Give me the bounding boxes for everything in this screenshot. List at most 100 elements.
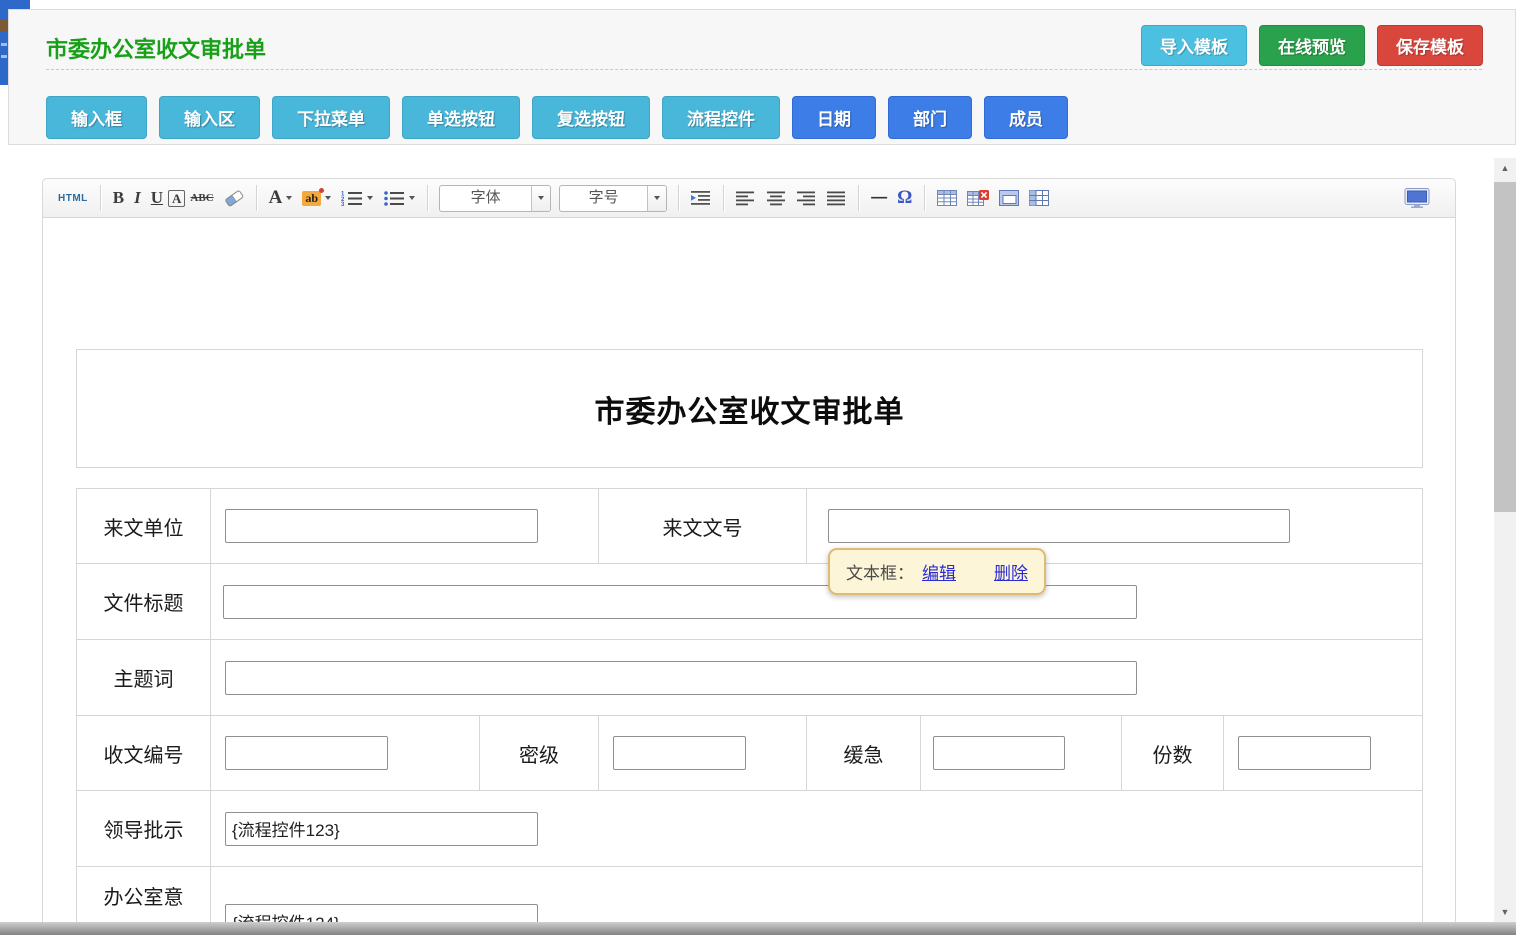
indent-icon	[691, 190, 711, 206]
align-center-button[interactable]	[761, 187, 791, 209]
font-color-button[interactable]: A	[264, 184, 298, 212]
date-button[interactable]: 日期	[792, 96, 876, 139]
html-source-button[interactable]: HTML	[53, 190, 93, 207]
huanji-input[interactable]	[933, 736, 1065, 770]
zhutici-input[interactable]	[225, 661, 1137, 695]
fullscreen-button[interactable]	[1399, 185, 1435, 211]
member-button[interactable]: 成员	[984, 96, 1068, 139]
field-label-lingdao-pishi: 领导批示	[77, 791, 211, 867]
field-label-huanji: 缓急	[807, 716, 921, 791]
toolbar-separator	[723, 185, 724, 211]
font-size-label: 字号	[560, 186, 647, 211]
highlight-color-button[interactable]: ab	[297, 188, 336, 209]
input-cell	[211, 564, 1423, 640]
checkbox-button[interactable]: 复选按钮	[532, 96, 650, 139]
toolbar-separator	[924, 185, 925, 211]
font-family-select[interactable]: 字体	[439, 185, 551, 212]
flow-control-button[interactable]: 流程控件	[662, 96, 780, 139]
table-row: 来文单位 来文文号	[77, 489, 1423, 564]
font-size-select[interactable]: 字号	[559, 185, 667, 212]
table-row: 领导批示	[77, 791, 1423, 867]
radio-button-button[interactable]: 单选按钮	[402, 96, 520, 139]
bold-button[interactable]: B	[108, 185, 129, 211]
align-left-icon	[736, 190, 756, 206]
import-template-button[interactable]: 导入模板	[1141, 25, 1247, 66]
special-character-button[interactable]: Ω	[892, 184, 917, 212]
laiwen-wenhao-input[interactable]	[828, 509, 1290, 543]
vertical-scrollbar[interactable]: ▲ ▼	[1494, 158, 1516, 922]
control-buttons-row: 输入框 输入区 下拉菜单 单选按钮 复选按钮 流程控件 日期 部门 成员	[46, 96, 1068, 139]
chevron-down-icon	[409, 196, 415, 200]
template-designer-page: 市委办公室收文审批单 导入模板 在线预览 保存模板 输入框 输入区 下拉菜单 单…	[0, 0, 1516, 935]
rich-text-editor: HTML B I U A ABC A ab	[42, 178, 1456, 922]
editor-toolbar: HTML B I U A ABC A ab	[42, 178, 1456, 218]
lingdao-pishi-input[interactable]	[225, 812, 538, 846]
chevron-down-icon[interactable]	[647, 186, 666, 211]
chevron-down-icon	[286, 196, 292, 200]
scroll-up-button[interactable]: ▲	[1494, 158, 1516, 178]
cell-properties-icon	[1029, 190, 1049, 206]
form-title-box: 市委办公室收文审批单	[76, 349, 1423, 468]
textarea-button[interactable]: 输入区	[159, 96, 260, 139]
italic-button[interactable]: I	[129, 185, 146, 211]
miji-input[interactable]	[613, 736, 746, 770]
input-cell	[211, 489, 599, 564]
table-properties-button[interactable]	[994, 187, 1024, 209]
input-cell	[211, 791, 1423, 867]
underline-button[interactable]: U	[146, 185, 168, 211]
field-label-laiwen-wenhao: 来文文号	[599, 489, 807, 564]
insert-table-icon	[937, 190, 957, 206]
input-cell	[211, 867, 1423, 922]
inline-style-button[interactable]: A	[168, 190, 185, 207]
toolbar-separator	[256, 185, 257, 211]
dropdown-menu-button[interactable]: 下拉菜单	[272, 96, 390, 139]
input-cell	[921, 716, 1122, 791]
table-row: 文件标题	[77, 564, 1423, 640]
unordered-list-button[interactable]	[378, 187, 420, 209]
department-button[interactable]: 部门	[888, 96, 972, 139]
svg-text:3: 3	[341, 202, 345, 206]
ordered-list-button[interactable]: 1 2 3	[336, 187, 378, 209]
chevron-down-icon[interactable]	[531, 186, 550, 211]
fenshu-input[interactable]	[1238, 736, 1371, 770]
control-tooltip: 文本框： 编辑 删除	[828, 548, 1046, 595]
horizontal-rule-button[interactable]: —	[866, 186, 892, 210]
cell-properties-button[interactable]	[1024, 187, 1054, 209]
scrollbar-thumb[interactable]	[1494, 182, 1516, 512]
toolbar-separator	[678, 185, 679, 211]
laiwen-danwei-input[interactable]	[225, 509, 538, 543]
table-row: 办公室意	[77, 867, 1423, 922]
bangongshi-input[interactable]	[225, 904, 538, 922]
remove-format-button[interactable]	[219, 187, 249, 210]
online-preview-button[interactable]: 在线预览	[1259, 25, 1365, 66]
field-label-laiwen-danwei: 来文单位	[77, 489, 211, 564]
delete-table-button[interactable]	[962, 187, 994, 209]
form-title: 市委办公室收文审批单	[595, 387, 905, 431]
toolbar-separator	[427, 185, 428, 211]
indent-button[interactable]	[686, 187, 716, 209]
align-right-button[interactable]	[791, 187, 821, 209]
shouwen-bianhao-input[interactable]	[225, 736, 388, 770]
header-panel: 市委办公室收文审批单 导入模板 在线预览 保存模板 输入框 输入区 下拉菜单 单…	[8, 9, 1516, 145]
justify-button[interactable]	[821, 187, 851, 209]
field-label-wenjian-biaoti: 文件标题	[77, 564, 211, 640]
align-left-button[interactable]	[731, 187, 761, 209]
page-title: 市委办公室收文审批单	[46, 32, 266, 64]
fullscreen-icon	[1404, 188, 1430, 208]
delete-control-link[interactable]: 删除	[994, 559, 1028, 584]
strikethrough-button[interactable]: ABC	[185, 189, 218, 207]
toolbar-separator	[858, 185, 859, 211]
edit-control-link[interactable]: 编辑	[922, 559, 956, 584]
chevron-down-icon	[367, 196, 373, 200]
header-actions: 导入模板 在线预览 保存模板	[1141, 25, 1483, 66]
save-template-button[interactable]: 保存模板	[1377, 25, 1483, 66]
table-row: 收文编号 密级 缓急 份数	[77, 716, 1423, 791]
input-box-button[interactable]: 输入框	[46, 96, 147, 139]
input-cell	[1224, 716, 1423, 791]
insert-table-button[interactable]	[932, 187, 962, 209]
input-cell	[599, 716, 807, 791]
window-bottom-edge	[0, 922, 1516, 935]
editor-canvas[interactable]: 市委办公室收文审批单 来文单位 来文文号 文件标题	[42, 218, 1456, 922]
scroll-down-button[interactable]: ▼	[1494, 902, 1516, 922]
background-window-fragment	[0, 0, 30, 9]
